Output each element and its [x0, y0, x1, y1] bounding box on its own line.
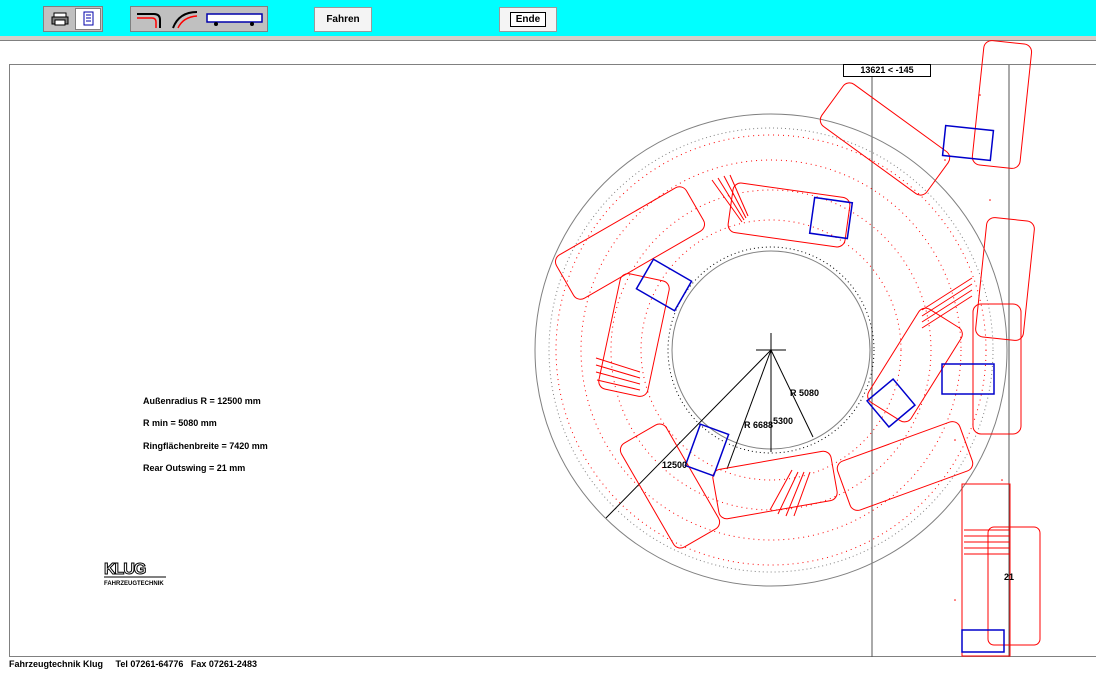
- r-min-text: R min = 5080 mm: [143, 418, 217, 428]
- dimension-r5080: R 5080: [790, 388, 819, 398]
- vehicle-axles: [635, 124, 1005, 653]
- coordinate-readout: 13621 < -145: [843, 64, 931, 77]
- vehicle-outlines: [554, 40, 1041, 657]
- klug-logo: KLUG FAHRZEUGTECHNIK: [104, 558, 166, 588]
- dimension-12500: 12500: [662, 460, 687, 470]
- dimension-r6688: R 6688: [744, 420, 773, 430]
- footer-contact: Fahrzeugtechnik Klug Tel 07261-64776 Fax…: [9, 659, 257, 669]
- svg-text:KLUG: KLUG: [104, 561, 146, 578]
- svg-text:FAHRZEUGTECHNIK: FAHRZEUGTECHNIK: [104, 581, 164, 587]
- dimension-outswing: 21: [1004, 572, 1014, 582]
- radius-lines: [605, 349, 814, 519]
- rear-outswing-text: Rear Outswing = 21 mm: [143, 463, 246, 473]
- outer-radius-text: Außenradius R = 12500 mm: [143, 396, 261, 406]
- dimension-5300: 5300: [773, 416, 793, 426]
- ring-width-text: Ringflächenbreite = 7420 mm: [143, 441, 268, 451]
